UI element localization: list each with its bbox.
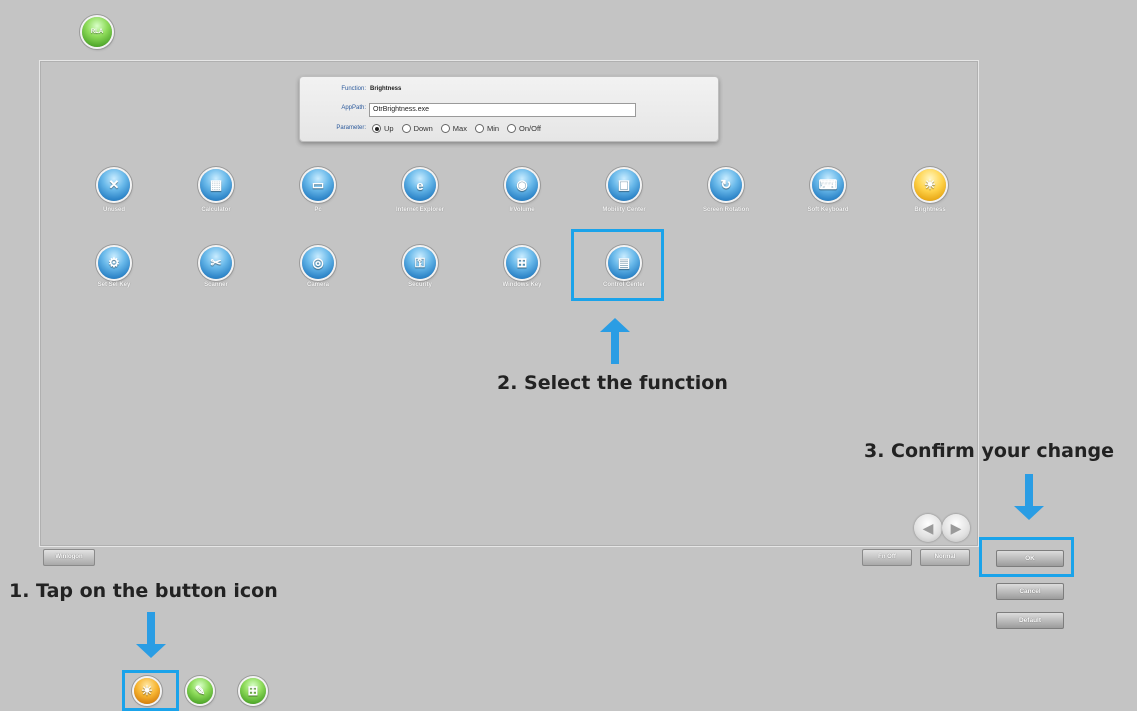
- ok-button[interactable]: OK: [996, 550, 1064, 567]
- function-label: Mobility Center: [602, 207, 646, 213]
- function-label: Screen Rotation: [702, 207, 749, 213]
- rotation-icon[interactable]: ↻: [710, 169, 742, 201]
- page-navigation: ◀ ▶: [914, 514, 974, 542]
- winlogon-button[interactable]: Winlogon: [43, 549, 95, 566]
- brightness-icon[interactable]: ☀: [914, 169, 946, 201]
- function-label: Windows Key: [502, 282, 542, 288]
- default-button[interactable]: Default: [996, 612, 1064, 629]
- radio-circle-icon[interactable]: [474, 124, 484, 133]
- step2-annotation: 2. Select the function: [497, 372, 728, 394]
- step2-arrow: [600, 318, 630, 364]
- function-label: Set Sel Key: [97, 282, 131, 288]
- function-value: Brightness: [370, 86, 402, 92]
- volume-icon[interactable]: ◉: [506, 169, 538, 201]
- scanner-icon[interactable]: ✂: [200, 247, 232, 279]
- selkey-icon[interactable]: ⚙: [98, 247, 130, 279]
- function-label: Soft Keyboard: [807, 207, 849, 213]
- parameter-radio-3[interactable]: Min: [474, 124, 499, 133]
- function-label: Calculator: [201, 207, 231, 213]
- radio-circle-icon[interactable]: [507, 124, 517, 133]
- function-label: IrVolume: [509, 207, 535, 213]
- function-label: Function:: [341, 86, 366, 92]
- prev-arrow-icon[interactable]: ◀: [914, 514, 942, 542]
- step3-arrow: [1014, 474, 1044, 520]
- windows-icon[interactable]: ⊞: [506, 247, 538, 279]
- fn-off-button[interactable]: Fn Off: [862, 549, 912, 566]
- apppath-label: AppPath:: [341, 105, 366, 111]
- function-label: Camera: [306, 282, 329, 288]
- bottom-brightness-icon[interactable]: ☀: [134, 678, 160, 704]
- parameter-radio-4[interactable]: On/Off: [507, 124, 541, 133]
- ie-icon[interactable]: e: [404, 169, 436, 201]
- function-label: Internet Explorer: [395, 207, 444, 213]
- keyboard-icon[interactable]: ⌨: [812, 169, 844, 201]
- radio-circle-icon[interactable]: [372, 124, 381, 133]
- normal-button[interactable]: Normal: [920, 549, 970, 566]
- step3-annotation: 3. Confirm your change: [864, 440, 1115, 462]
- bottom-windows-icon[interactable]: ⊞: [240, 678, 266, 704]
- security-icon[interactable]: ⚿: [404, 247, 436, 279]
- x-icon[interactable]: ✕: [98, 169, 130, 201]
- function-info-box: Function: Brightness AppPath: OtrBrightn…: [299, 76, 719, 142]
- apppath-input[interactable]: OtrBrightness.exe: [369, 103, 636, 117]
- radio-circle-icon[interactable]: [401, 124, 411, 133]
- mobility-icon[interactable]: ▣: [608, 169, 640, 201]
- bottom-wrench-icon[interactable]: ✎: [187, 678, 213, 704]
- globe-icon[interactable]: RLA: [82, 17, 112, 47]
- parameter-radio-group: Up Down Max Min On/Off: [372, 124, 541, 133]
- cancel-button[interactable]: Cancel: [996, 583, 1064, 600]
- control-center-highlight: [571, 229, 664, 301]
- camera-icon[interactable]: ◎: [302, 247, 334, 279]
- calculator-icon[interactable]: ▦: [200, 169, 232, 201]
- function-label: Scanner: [204, 282, 228, 288]
- parameter-label: Parameter:: [336, 125, 366, 131]
- parameter-radio-1[interactable]: Down: [401, 124, 433, 133]
- parameter-radio-0[interactable]: Up: [372, 124, 394, 133]
- function-label: Pc: [314, 207, 322, 213]
- next-arrow-icon[interactable]: ▶: [942, 514, 970, 542]
- step1-arrow: [136, 612, 166, 658]
- step1-annotation: 1. Tap on the button icon: [9, 580, 278, 602]
- parameter-radio-2[interactable]: Max: [440, 124, 467, 133]
- radio-circle-icon[interactable]: [440, 124, 450, 133]
- function-label: Unused: [102, 207, 125, 213]
- computer-icon[interactable]: ▭: [302, 169, 334, 201]
- function-label: Brightness: [914, 207, 946, 213]
- function-label: Security: [408, 282, 432, 288]
